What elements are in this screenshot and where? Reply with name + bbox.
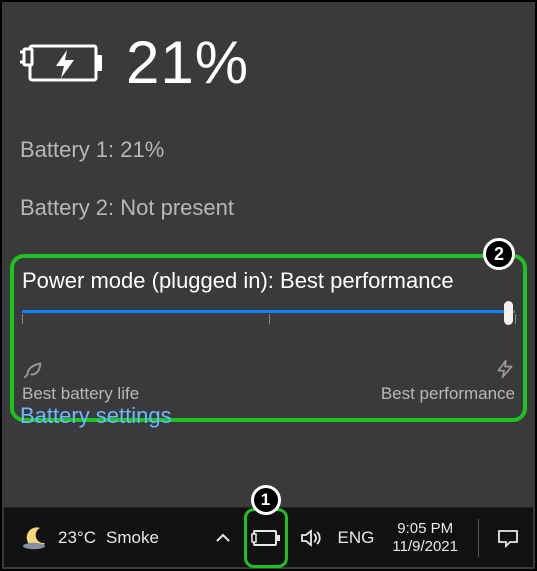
window: 21% Battery 1: 21% Battery 2: Not presen…	[0, 0, 537, 571]
weather-condition: Smoke	[106, 528, 159, 548]
slider-thumb[interactable]	[504, 301, 513, 325]
battery-settings-link[interactable]: Battery settings	[20, 403, 172, 429]
taskbar-weather[interactable]: 23°C Smoke	[4, 525, 159, 551]
action-center-icon	[497, 528, 519, 548]
clock-date: 11/9/2021	[392, 538, 458, 556]
tray-overflow-button[interactable]	[210, 508, 236, 568]
power-mode-label: Power mode (plugged in): Best performanc…	[22, 268, 515, 294]
battery-2-status: Battery 2: Not present	[20, 195, 517, 221]
slider-left-label: Best battery life	[22, 384, 139, 404]
battery-tray-icon	[251, 528, 281, 548]
power-mode-slider[interactable]	[22, 310, 515, 350]
weather-temp: 23°C	[58, 528, 96, 548]
annotation-marker-2: 2	[483, 238, 515, 270]
language-label: ENG	[338, 528, 375, 548]
battery-flyout: 21% Battery 1: 21% Battery 2: Not presen…	[2, 2, 535, 507]
taskbar: 23°C Smoke 1	[4, 507, 533, 567]
battery-percent: 21%	[126, 28, 249, 97]
tray-clock[interactable]: 9:05 PM 11/9/2021	[386, 508, 464, 568]
battery-charging-icon	[20, 40, 104, 86]
tray-volume-button[interactable]	[296, 508, 326, 568]
power-mode-section: 2 Power mode (plugged in): Best performa…	[10, 254, 527, 422]
header-row: 21%	[20, 20, 517, 97]
lightning-icon	[495, 358, 515, 380]
annotation-marker-1: 1	[251, 485, 281, 515]
tray-battery-button[interactable]: 1	[244, 508, 288, 568]
slider-right-label: Best performance	[381, 384, 515, 404]
tray-language-button[interactable]: ENG	[334, 508, 379, 568]
moon-icon	[22, 525, 48, 551]
slider-scale: Best battery life Best performance	[22, 358, 515, 404]
battery-1-status: Battery 1: 21%	[20, 137, 517, 163]
leaf-icon	[22, 358, 139, 380]
clock-time: 9:05 PM	[397, 520, 453, 538]
battery-details: Battery 1: 21% Battery 2: Not present	[20, 137, 517, 221]
speaker-icon	[300, 528, 322, 548]
chevron-up-icon	[214, 529, 232, 547]
system-tray: 1 ENG 9:05 PM 11/9	[210, 508, 533, 568]
divider	[478, 519, 479, 557]
action-center-button[interactable]	[493, 508, 523, 568]
